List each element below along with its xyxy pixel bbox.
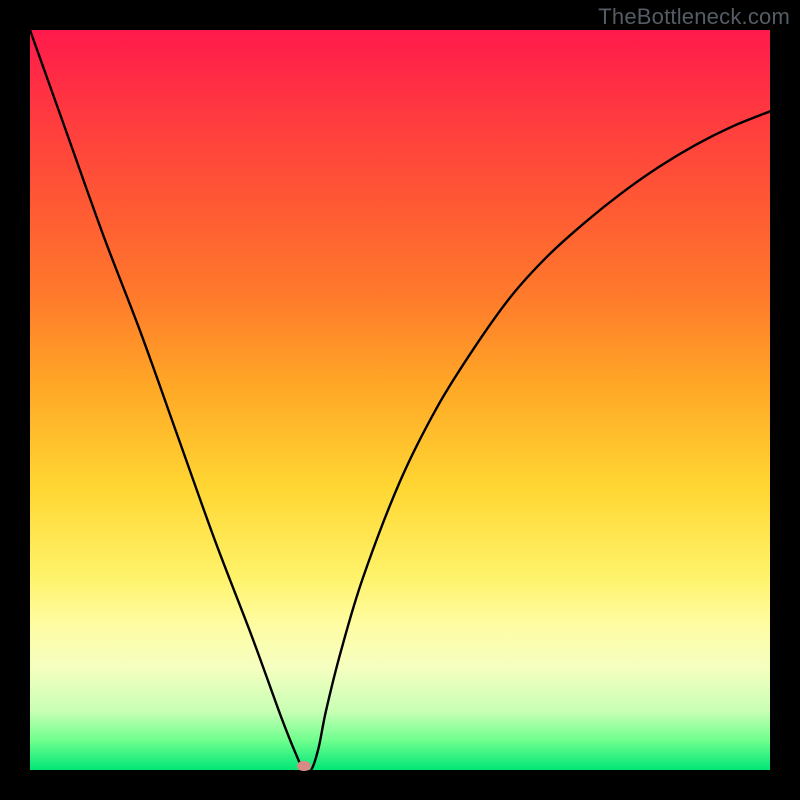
minimum-marker bbox=[297, 761, 311, 771]
plot-area bbox=[30, 30, 770, 770]
branding-watermark: TheBottleneck.com bbox=[598, 4, 790, 30]
bottleneck-curve bbox=[30, 30, 770, 770]
chart-frame: TheBottleneck.com bbox=[0, 0, 800, 800]
